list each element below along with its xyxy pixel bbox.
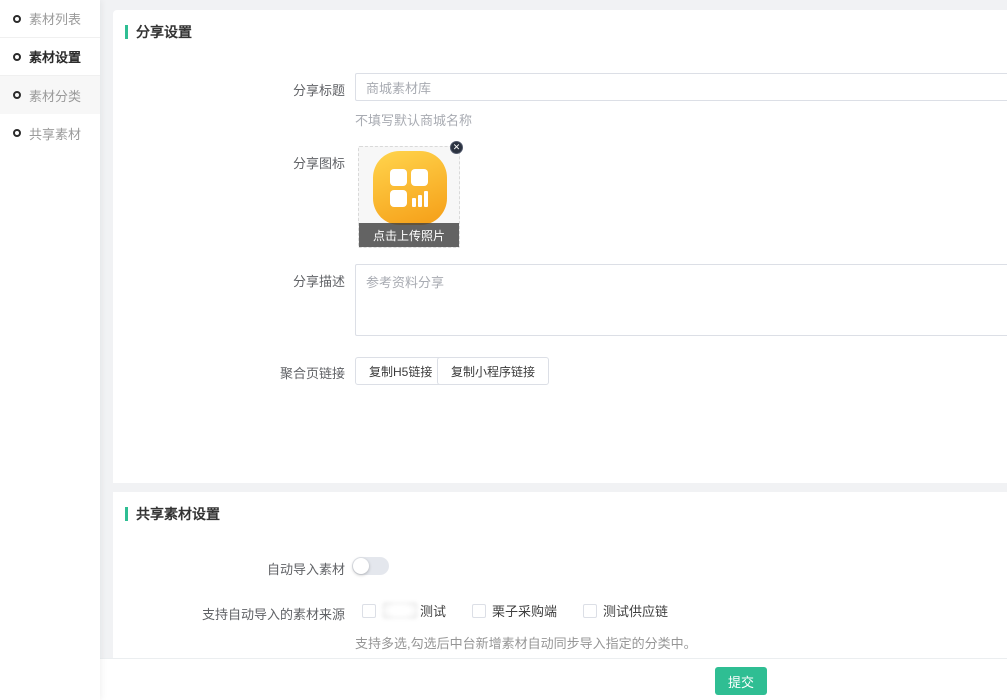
section-title: 分享设置: [136, 22, 192, 42]
logo-bar: [418, 195, 422, 207]
share-title-label: 分享标题: [113, 80, 345, 99]
sidebar: 素材列表 素材设置 素材分类 共享素材: [0, 0, 100, 700]
upload-overlay-label[interactable]: 点击上传照片: [359, 223, 459, 247]
circle-icon: [13, 15, 21, 23]
circle-icon: [13, 91, 21, 99]
source-checkbox-lizi-procurement[interactable]: 栗子采购端: [472, 601, 557, 620]
logo-square: [390, 190, 407, 207]
checkbox-label: 测试供应链: [603, 601, 668, 620]
footer-bar: 提交: [100, 658, 1007, 700]
submit-button[interactable]: 提交: [715, 667, 767, 695]
sidebar-item-material-category[interactable]: 素材分类: [0, 76, 100, 114]
share-icon-label: 分享图标: [113, 153, 345, 172]
circle-icon: [13, 129, 21, 137]
import-sources-label: 支持自动导入的素材来源: [113, 604, 345, 623]
checkbox-label: 测试: [420, 601, 446, 620]
sidebar-item-material-settings[interactable]: 素材设置: [0, 38, 100, 76]
circle-icon: [13, 53, 21, 61]
import-sources-help: 支持多选,勾选后中台新增素材自动同步导入指定的分类中。: [355, 633, 697, 652]
source-checkbox-test[interactable]: 测试: [362, 601, 446, 620]
section-accent-bar: [125, 507, 128, 521]
section-header-share-settings: 分享设置: [125, 22, 192, 42]
logo-bar: [424, 191, 428, 207]
copy-h5-link-button[interactable]: 复制H5链接: [355, 357, 446, 385]
share-desc-textarea[interactable]: [355, 264, 1007, 336]
redacted-text-blur: [382, 602, 418, 619]
sidebar-item-material-list[interactable]: 素材列表: [0, 0, 100, 38]
sidebar-item-shared-material[interactable]: 共享素材: [0, 114, 100, 152]
remove-image-icon[interactable]: ✕: [450, 141, 463, 154]
toggle-knob: [353, 558, 369, 574]
section-header-shared-material: 共享素材设置: [125, 504, 220, 524]
logo-square: [390, 169, 407, 186]
material-library-logo: [373, 151, 447, 225]
checkbox-label: 栗子采购端: [492, 601, 557, 620]
sidebar-item-label: 素材列表: [29, 9, 81, 28]
share-title-help: 不填写默认商城名称: [355, 110, 472, 129]
auto-import-toggle[interactable]: [352, 557, 389, 575]
sidebar-item-label: 素材分类: [29, 86, 81, 105]
sidebar-item-label: 共享素材: [29, 124, 81, 143]
logo-square: [411, 169, 428, 186]
source-checkbox-test-supply-chain[interactable]: 测试供应链: [583, 601, 668, 620]
auto-import-label: 自动导入素材: [113, 559, 345, 578]
share-desc-label: 分享描述: [113, 271, 345, 290]
checkbox-icon[interactable]: [362, 604, 376, 618]
checkbox-icon[interactable]: [583, 604, 597, 618]
shared-material-card: 共享素材设置 自动导入素材 支持自动导入的素材来源 测试 栗子采购端 测试供应链…: [113, 492, 1007, 658]
aggregate-link-label: 聚合页链接: [113, 363, 345, 382]
checkbox-icon[interactable]: [472, 604, 486, 618]
share-title-input[interactable]: [355, 73, 1007, 101]
section-title: 共享素材设置: [136, 504, 220, 524]
share-settings-card: 分享设置 分享标题 不填写默认商城名称 分享图标 点击上传照片 ✕ 分享描述 聚…: [113, 10, 1007, 483]
import-sources-options: 测试 栗子采购端 测试供应链: [362, 601, 668, 620]
section-accent-bar: [125, 25, 128, 39]
sidebar-item-label: 素材设置: [29, 47, 81, 66]
logo-bar: [412, 198, 416, 207]
copy-miniprogram-link-button[interactable]: 复制小程序链接: [437, 357, 549, 385]
share-icon-upload[interactable]: 点击上传照片 ✕: [358, 146, 460, 248]
